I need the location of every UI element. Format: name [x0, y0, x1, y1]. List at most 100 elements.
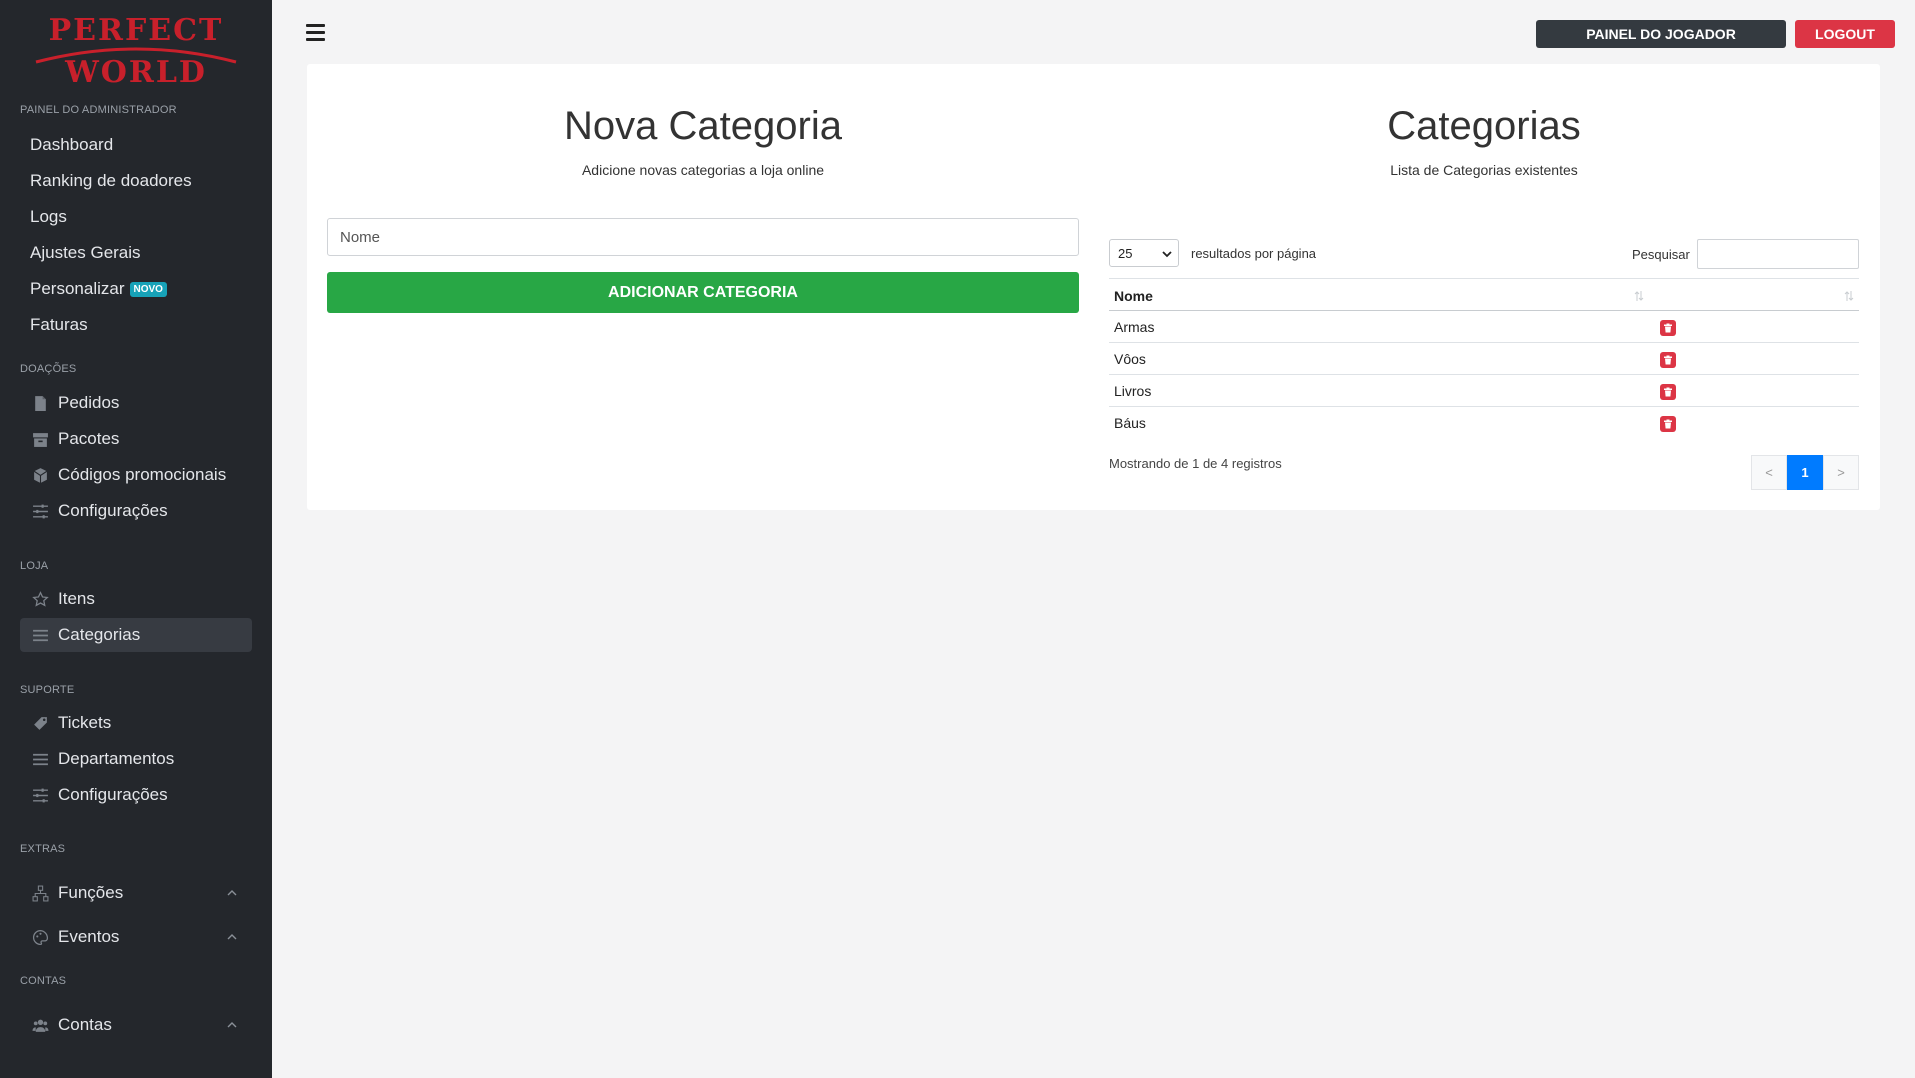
sidebar-item-label: Configurações: [58, 501, 168, 520]
perfect-world-logo[interactable]: PERFECT WORLD: [32, 10, 240, 90]
sidebar-item-label: Departamentos: [58, 749, 175, 768]
sort-icon[interactable]: [1634, 290, 1644, 302]
table-header: Nome: [1109, 278, 1859, 311]
sidebar-item-pedidos[interactable]: Pedidos: [20, 386, 252, 420]
sort-icon[interactable]: [1844, 290, 1854, 302]
table-row: Armas: [1109, 311, 1859, 343]
sidebar-item-configuracoes-doacoes[interactable]: Configurações: [20, 494, 252, 528]
sidebar-item-label: Logs: [30, 207, 67, 226]
sliders-icon: [20, 787, 58, 804]
content-card: Nova Categoria Adicione novas categorias…: [307, 64, 1880, 510]
sidebar-item-personalizar[interactable]: Personalizar NOVO: [20, 272, 252, 306]
list-icon: [20, 751, 58, 768]
sidebar-item-logs[interactable]: Logs: [20, 200, 252, 234]
file-icon: [20, 395, 58, 412]
category-name-cell: Vôos: [1114, 351, 1146, 367]
table-info: Mostrando de 1 de 4 registros: [1109, 456, 1282, 471]
svg-text:WORLD: WORLD: [64, 55, 207, 88]
pagination-prev-button[interactable]: <: [1751, 455, 1787, 490]
category-name-input[interactable]: [327, 218, 1079, 256]
sliders-icon: [20, 503, 58, 520]
sidebar-item-eventos[interactable]: Eventos: [20, 920, 252, 954]
list-icon: [20, 627, 58, 644]
sidebar-item-contas[interactable]: Contas: [20, 1008, 252, 1042]
category-name-cell: Báus: [1114, 415, 1146, 431]
chevron-up-icon[interactable]: [226, 887, 238, 899]
sidebar-item-label: Eventos: [58, 927, 120, 946]
sidebar-item-departamentos[interactable]: Departamentos: [20, 742, 252, 776]
section-label-admin: PAINEL DO ADMINISTRADOR: [20, 104, 177, 116]
chevron-down-icon: [1162, 251, 1172, 258]
sidebar-item-label: Pacotes: [58, 429, 120, 448]
section-label-contas: CONTAS: [20, 975, 67, 987]
sidebar-item-configuracoes-suporte[interactable]: Configurações: [20, 778, 252, 812]
cube-icon: [20, 467, 58, 484]
section-label-suporte: SUPORTE: [20, 684, 75, 696]
sidebar-item-label: Ajustes Gerais: [30, 243, 141, 262]
sidebar-item-pacotes[interactable]: Pacotes: [20, 422, 252, 456]
palette-icon: [20, 929, 58, 946]
trash-icon: [1664, 419, 1672, 429]
new-badge: NOVO: [129, 281, 167, 297]
category-name-cell: Livros: [1114, 383, 1152, 399]
sidebar-item-faturas[interactable]: Faturas: [20, 308, 252, 342]
star-icon: [20, 590, 58, 608]
player-panel-button[interactable]: PAINEL DO JOGADOR: [1536, 20, 1786, 48]
table-row: Vôos: [1109, 343, 1859, 375]
categories-title: Categorias: [1387, 104, 1581, 148]
tag-icon: [20, 715, 58, 732]
sidebar-item-itens[interactable]: Itens: [20, 582, 252, 616]
sidebar-item-label: Ranking de doadores: [30, 171, 192, 190]
users-icon: [20, 1017, 58, 1034]
section-label-loja: LOJA: [20, 560, 49, 572]
sidebar-item-label: Tickets: [58, 713, 112, 732]
sidebar-item-ranking[interactable]: Ranking de doadores: [20, 164, 252, 198]
table-row: Báus: [1109, 407, 1859, 439]
categories-table: Nome Armas Vôos Livros Báus: [1109, 278, 1859, 439]
sidebar: PERFECT WORLD PAINEL DO ADMINISTRADOR Da…: [0, 0, 272, 1078]
menu-toggle-icon[interactable]: [306, 24, 325, 41]
page-length-value: 25: [1118, 245, 1133, 261]
delete-button[interactable]: [1660, 416, 1676, 432]
sidebar-item-label: Dashboard: [30, 135, 114, 154]
sidebar-item-categorias[interactable]: Categorias: [20, 618, 252, 652]
sidebar-item-label: Funções: [58, 883, 124, 902]
logout-button[interactable]: LOGOUT: [1795, 20, 1895, 48]
new-category-title: Nova Categoria: [564, 104, 842, 148]
sidebar-item-label: Categorias: [58, 625, 141, 644]
box-icon: [20, 431, 58, 448]
sidebar-item-label: Faturas: [30, 315, 88, 334]
delete-button[interactable]: [1660, 352, 1676, 368]
sidebar-item-codigos-promocionais[interactable]: Códigos promocionais: [20, 458, 252, 492]
category-name-cell: Armas: [1114, 319, 1155, 335]
section-label-extras: EXTRAS: [20, 843, 66, 855]
column-header-name[interactable]: Nome: [1114, 288, 1153, 304]
page-length-label: resultados por página: [1191, 246, 1317, 261]
table-row: Livros: [1109, 375, 1859, 407]
delete-button[interactable]: [1660, 384, 1676, 400]
sidebar-item-label: Códigos promocionais: [58, 465, 227, 484]
sidebar-item-ajustes-gerais[interactable]: Ajustes Gerais: [20, 236, 252, 270]
sidebar-item-funcoes[interactable]: Funções: [20, 876, 252, 910]
search-input[interactable]: [1697, 239, 1859, 269]
sidebar-item-tickets[interactable]: Tickets: [20, 706, 252, 740]
sidebar-item-label: Contas: [58, 1015, 112, 1034]
sitemap-icon: [20, 885, 58, 902]
svg-text:PERFECT: PERFECT: [49, 13, 224, 48]
categories-subtitle: Lista de Categorias existentes: [1390, 162, 1578, 178]
page-length-select[interactable]: 25: [1109, 239, 1179, 267]
sidebar-item-dashboard[interactable]: Dashboard: [20, 128, 252, 162]
pagination-page-1[interactable]: 1: [1787, 455, 1823, 490]
new-category-subtitle: Adicione novas categorias a loja online: [581, 162, 825, 178]
pagination-next-button[interactable]: >: [1823, 455, 1859, 490]
sidebar-item-label: Configurações: [58, 785, 168, 804]
add-category-button[interactable]: ADICIONAR CATEGORIA: [327, 272, 1079, 313]
delete-button[interactable]: [1660, 320, 1676, 336]
section-label-doacoes: DOAÇÕES: [20, 363, 77, 375]
chevron-up-icon[interactable]: [226, 931, 238, 943]
chevron-up-icon[interactable]: [226, 1019, 238, 1031]
pagination: < 1 >: [1751, 455, 1859, 490]
sidebar-item-label: Personalizar: [30, 279, 125, 298]
trash-icon: [1664, 387, 1672, 397]
trash-icon: [1664, 355, 1672, 365]
